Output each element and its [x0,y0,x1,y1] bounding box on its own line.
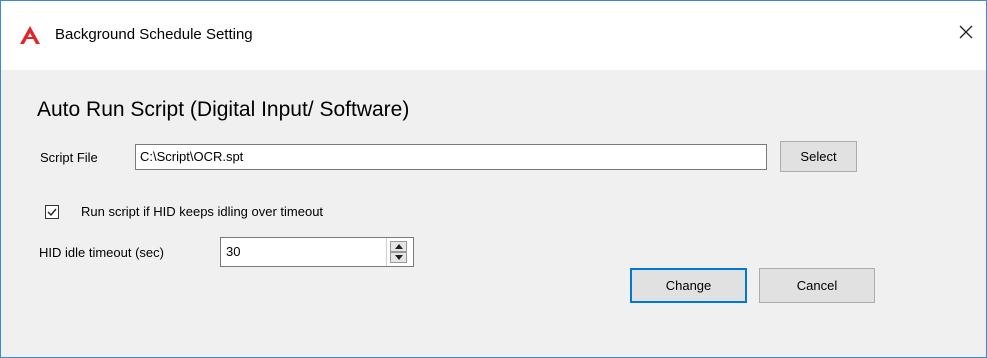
timeout-spinner-input[interactable]: 30 [220,237,414,267]
spin-down-button[interactable] [390,252,407,263]
select-button[interactable]: Select [780,141,857,172]
cancel-button[interactable]: Cancel [759,268,875,303]
close-button[interactable] [951,19,981,49]
dialog-window: Background Schedule Setting Auto Run Scr… [0,0,987,358]
app-logo-icon [19,25,41,45]
window-title: Background Schedule Setting [55,26,253,43]
triangle-down-icon [394,255,403,260]
section-heading: Auto Run Script (Digital Input/ Software… [37,98,410,121]
idle-timeout-checkbox-label[interactable]: Run script if HID keeps idling over time… [81,204,323,220]
spin-up-button[interactable] [390,241,407,252]
close-icon [959,25,973,44]
triangle-up-icon [394,244,403,249]
idle-timeout-checkbox[interactable] [45,205,59,219]
script-file-input[interactable]: C:\Script\OCR.spt [135,144,767,170]
checkmark-icon [47,208,57,217]
title-bar: Background Schedule Setting [1,1,986,70]
timeout-label: HID idle timeout (sec) [39,245,164,260]
change-button[interactable]: Change [630,268,747,303]
timeout-spinner-buttons [386,238,412,266]
script-file-label: Script File [40,150,98,165]
